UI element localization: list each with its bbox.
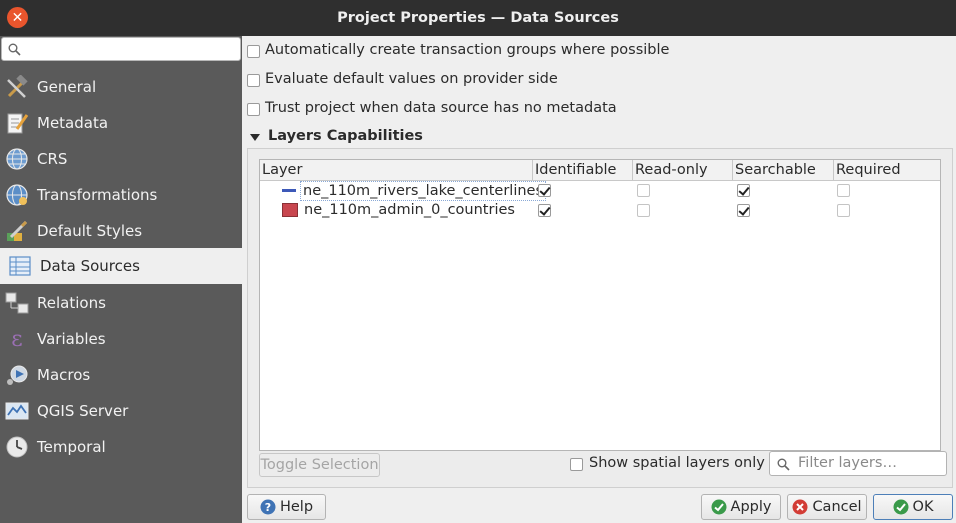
globe-icon <box>5 147 29 171</box>
sidebar-item-label: Relations <box>37 294 106 312</box>
line-symbol-icon <box>282 189 296 192</box>
apply-button[interactable]: Apply <box>701 494 781 520</box>
transaction-groups-label: Automatically create transaction groups … <box>265 42 670 58</box>
globe-transform-icon <box>5 183 29 207</box>
sidebar-item-macros[interactable]: Macros <box>0 357 242 393</box>
toggle-selection-button[interactable]: Toggle Selection <box>259 453 380 477</box>
searchable-checkbox[interactable] <box>737 184 750 197</box>
layer-name[interactable]: ne_110m_rivers_lake_centerlines <box>300 181 547 201</box>
help-button[interactable]: ? Help <box>247 494 326 520</box>
required-checkbox[interactable] <box>837 204 850 217</box>
server-map-icon <box>5 399 29 423</box>
check-circle-icon <box>711 499 727 515</box>
cancel-label: Cancel <box>812 499 862 515</box>
sidebar-item-label: Default Styles <box>37 222 143 240</box>
identifiable-checkbox[interactable] <box>538 204 551 217</box>
data-table-icon <box>8 254 32 278</box>
sidebar-item-temporal[interactable]: Temporal <box>0 429 242 465</box>
show-spatial-label: Show spatial layers only <box>589 455 765 471</box>
sidebar-item-metadata[interactable]: Metadata <box>0 105 242 141</box>
ok-label: OK <box>912 499 934 515</box>
window-title: Project Properties — Data Sources <box>337 10 619 26</box>
sidebar-item-label: Temporal <box>37 438 106 456</box>
trust-project-label: Trust project when data source has no me… <box>265 100 617 116</box>
table-row[interactable]: ne_110m_admin_0_countries <box>260 201 940 221</box>
searchable-checkbox[interactable] <box>737 204 750 217</box>
sidebar-item-data-sources[interactable]: Data Sources <box>0 248 242 284</box>
column-header-identifiable[interactable]: Identifiable <box>533 160 633 181</box>
sidebar-item-label: QGIS Server <box>37 402 129 420</box>
filter-layers-input[interactable]: Filter layers… <box>769 451 947 476</box>
transaction-groups-checkbox[interactable] <box>247 45 260 58</box>
hammer-icon <box>5 75 29 99</box>
evaluate-defaults-label: Evaluate default values on provider side <box>265 71 558 87</box>
sidebar-item-default-styles[interactable]: Default Styles <box>0 213 242 249</box>
table-header: Layer Identifiable Read-only Searchable … <box>260 160 940 181</box>
sidebar: General Metadata CRS Transformations Def… <box>0 36 242 523</box>
sidebar-item-crs[interactable]: CRS <box>0 141 242 177</box>
evaluate-defaults-checkbox[interactable] <box>247 74 260 87</box>
document-pen-icon <box>5 111 29 135</box>
column-header-layer[interactable]: Layer <box>260 160 533 181</box>
help-icon: ? <box>260 499 276 515</box>
sidebar-item-label: General <box>37 78 97 96</box>
search-icon <box>8 43 21 56</box>
sidebar-search-input[interactable] <box>1 37 241 61</box>
help-label: Help <box>279 499 314 515</box>
relations-icon <box>5 291 29 315</box>
sidebar-item-variables[interactable]: ε Variables <box>0 321 242 357</box>
polygon-symbol-icon <box>282 203 298 217</box>
macro-gear-icon <box>5 363 29 387</box>
close-window-button[interactable]: ✕ <box>7 7 28 28</box>
filter-placeholder: Filter layers… <box>798 455 897 471</box>
sidebar-item-transformations[interactable]: Transformations <box>0 177 242 213</box>
ok-button[interactable]: OK <box>873 494 953 520</box>
search-icon <box>777 458 790 471</box>
cancel-circle-icon <box>792 499 808 515</box>
layers-capabilities-title: Layers Capabilities <box>268 128 423 144</box>
paintbrush-icon <box>5 219 29 243</box>
show-spatial-checkbox[interactable] <box>570 458 583 471</box>
sidebar-item-label: Transformations <box>37 186 158 204</box>
required-checkbox[interactable] <box>837 184 850 197</box>
check-circle-icon <box>893 499 909 515</box>
clock-icon <box>5 435 29 459</box>
sidebar-item-label: Data Sources <box>40 257 140 275</box>
table-row[interactable]: ne_110m_rivers_lake_centerlines <box>260 181 940 201</box>
sidebar-item-qgis-server[interactable]: QGIS Server <box>0 393 242 429</box>
sidebar-item-general[interactable]: General <box>0 69 242 105</box>
sidebar-item-label: Metadata <box>37 114 109 132</box>
read-only-checkbox[interactable] <box>637 184 650 197</box>
identifiable-checkbox[interactable] <box>538 184 551 197</box>
layers-table: Layer Identifiable Read-only Searchable … <box>259 159 941 451</box>
column-header-read-only[interactable]: Read-only <box>633 160 733 181</box>
sidebar-item-label: Macros <box>37 366 91 384</box>
column-header-searchable[interactable]: Searchable <box>733 160 834 181</box>
layer-name[interactable]: ne_110m_admin_0_countries <box>304 201 515 219</box>
read-only-checkbox[interactable] <box>637 204 650 217</box>
apply-label: Apply <box>730 499 772 515</box>
layers-capabilities-group: Layer Identifiable Read-only Searchable … <box>247 148 953 488</box>
column-header-required[interactable]: Required <box>834 160 940 181</box>
title-bar: ✕ Project Properties — Data Sources <box>0 0 956 36</box>
sidebar-item-label: CRS <box>37 150 68 168</box>
sidebar-item-label: Variables <box>37 330 106 348</box>
collapse-toggle-icon[interactable] <box>250 134 260 141</box>
main-panel: Automatically create transaction groups … <box>242 36 956 523</box>
svg-text:?: ? <box>265 501 271 514</box>
trust-project-checkbox[interactable] <box>247 103 260 116</box>
epsilon-icon: ε <box>11 326 23 352</box>
sidebar-item-relations[interactable]: Relations <box>0 285 242 321</box>
cancel-button[interactable]: Cancel <box>787 494 867 520</box>
